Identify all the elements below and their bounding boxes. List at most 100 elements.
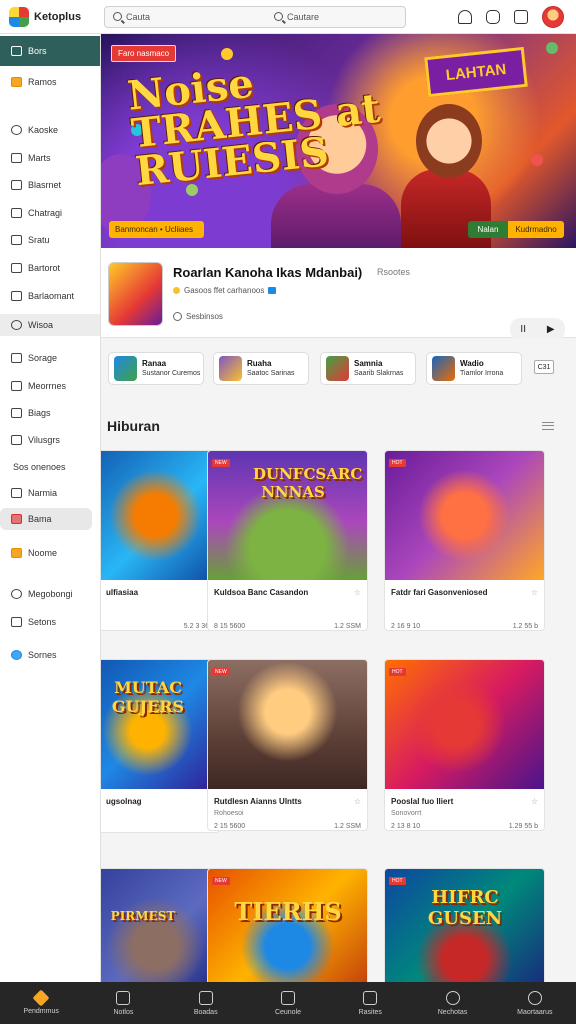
sidebar-item-label: Ramos bbox=[28, 77, 57, 87]
game-card[interactable]: PIRMEST bbox=[101, 868, 220, 982]
game-card-title: ugsolnag bbox=[106, 797, 142, 806]
game-card[interactable]: NEW Rutdlesn Aianns Ulntts Rohoesoi 2 15… bbox=[207, 659, 368, 831]
hero-banner[interactable]: Faro nasmaco Noise TRAHES at RUIESIS LAH… bbox=[101, 34, 576, 248]
sidebar-item-noome[interactable]: Noome bbox=[0, 542, 100, 564]
game-card-title: Fatdr fari Gasonveniosed bbox=[391, 588, 488, 597]
hero-left-button[interactable]: Banmoncan • Ucliiaes bbox=[109, 221, 204, 238]
chip-title: Ruaha bbox=[247, 358, 272, 368]
sidebar-item-sratu[interactable]: Sratu bbox=[0, 229, 100, 251]
search-icon bbox=[274, 12, 283, 21]
sidebar-item-label: Sos onenoes bbox=[13, 462, 66, 472]
nav-label: Rasites bbox=[358, 1008, 382, 1016]
game-card[interactable]: ulfiasiaa 5.2 3 361 ☆ bbox=[101, 450, 220, 631]
sidebar-item-bama[interactable]: Bama bbox=[0, 508, 92, 530]
game-tag: HOT bbox=[389, 877, 406, 885]
app-thumbnail[interactable] bbox=[108, 262, 163, 326]
sidebar-item-kaoske[interactable]: Kaoske bbox=[0, 119, 100, 141]
game-card-right-meta: 1.2 SSM bbox=[334, 823, 361, 830]
sidebar-item-megobongi[interactable]: Megobongi bbox=[0, 583, 100, 605]
game-card-image: HOT HIFRC GUSEN bbox=[385, 869, 544, 982]
star-icon[interactable]: ☆ bbox=[354, 797, 361, 806]
top-actions bbox=[458, 5, 576, 28]
app-title[interactable]: Roarlan Kanoha Ikas Mdanbai) bbox=[173, 265, 362, 280]
sidebar-item-chatragi[interactable]: Chatragi bbox=[0, 202, 100, 224]
sidebar-item-narmia[interactable]: Narmia bbox=[0, 482, 100, 504]
game-card-subtitle bbox=[101, 601, 213, 610]
play-icon[interactable]: ▶ bbox=[547, 324, 555, 335]
hero-button-b[interactable]: Kudrmadno bbox=[508, 221, 564, 238]
sidebar-item-sos-onenoes[interactable]: Sos onenoes bbox=[0, 456, 100, 478]
sidebar-item-sornes[interactable]: Sornes bbox=[0, 644, 100, 666]
coin-icon bbox=[173, 287, 180, 294]
game-card-left-meta: 2 15 5600 bbox=[214, 823, 246, 830]
sidebar-item-biags[interactable]: Biags bbox=[0, 402, 100, 424]
more-chips-button[interactable]: C31 bbox=[534, 360, 554, 374]
sidebar-item-vilusgrs[interactable]: Vilusgrs bbox=[0, 429, 100, 451]
chip-text: Ranaa Sustanor Curemos bbox=[142, 359, 200, 379]
game-card[interactable]: NEW TIERHS bbox=[207, 868, 368, 982]
nav-item-pendmmus[interactable]: Pendmmus bbox=[0, 982, 82, 1024]
sidebar-item-ramos[interactable]: Ramos bbox=[0, 71, 100, 93]
game-card[interactable]: NEW DUNFCSARC NNNAS Kuldsoa Banc Casando… bbox=[207, 450, 368, 631]
app-name: Ketoplus bbox=[34, 10, 82, 23]
nav-item-boadas[interactable]: Boadas bbox=[165, 982, 247, 1024]
puzzle-icon bbox=[32, 989, 50, 1006]
nav-item-notlos[interactable]: Notlos bbox=[82, 982, 164, 1024]
star-icon[interactable]: ☆ bbox=[531, 588, 538, 597]
game-card[interactable]: MUTAC GUJERS ugsolnag bbox=[101, 659, 220, 833]
app-logo[interactable]: Ketoplus bbox=[0, 6, 100, 27]
chip-item[interactable]: Wadio Tiamlor Irrona bbox=[426, 352, 522, 385]
sidebar-item-blasrnet[interactable]: Blasrnet bbox=[0, 174, 100, 196]
nav-item-nechotas[interactable]: Nechotas bbox=[411, 982, 493, 1024]
game-card[interactable]: HOT HIFRC GUSEN bbox=[384, 868, 545, 982]
sidebar-item-label: Chatragi bbox=[28, 208, 63, 218]
media-controls[interactable]: II ▶ bbox=[510, 318, 565, 340]
featured-app-card[interactable]: Roarlan Kanoha Ikas Mdanbai) Rsootes Gas… bbox=[101, 248, 576, 340]
hero-button-a[interactable]: Nalan bbox=[468, 221, 508, 238]
sidebar-item-label: Barlaomant bbox=[28, 291, 75, 301]
checkbox-icon[interactable] bbox=[514, 9, 528, 24]
gamepad-icon[interactable] bbox=[486, 9, 500, 24]
nav-label: Boadas bbox=[193, 1008, 218, 1016]
game-tag: HOT bbox=[389, 459, 406, 467]
bell-icon[interactable] bbox=[458, 9, 472, 24]
nav-item-rasites[interactable]: Rasites bbox=[329, 982, 411, 1024]
pause-icon[interactable]: II bbox=[520, 324, 526, 335]
chip-item[interactable]: Samnia Saarib Slakrnas bbox=[320, 352, 416, 385]
avatar[interactable] bbox=[542, 5, 564, 28]
sidebar-item-wisoa[interactable]: Wisoa bbox=[0, 314, 100, 336]
sidebar-item-marts[interactable]: Marts bbox=[0, 147, 100, 169]
nav-item-ceunole[interactable]: Ceunole bbox=[247, 982, 329, 1024]
game-card-art-title: TIERHS bbox=[234, 897, 342, 926]
game-card[interactable]: HOT Pooslal fuo lliert Sonovorrt 2 13 8 … bbox=[384, 659, 545, 831]
search-placeholder-right: Cautare bbox=[287, 11, 320, 22]
chip-subtitle: Tiamlor Irrona bbox=[460, 369, 504, 377]
game-card-title: Pooslal fuo lliert bbox=[391, 797, 454, 806]
search-bar[interactable]: Cauta Cautare bbox=[104, 5, 406, 28]
menu-icon[interactable] bbox=[542, 422, 554, 430]
nav-item-maortaarus[interactable]: Maortaarus bbox=[494, 982, 576, 1024]
sidebar-item-meorrnes[interactable]: Meorrnes bbox=[0, 375, 100, 397]
sidebar-item-home[interactable]: Bors bbox=[0, 36, 100, 66]
hero-badge: Faro nasmaco bbox=[111, 45, 177, 62]
sidebar-item-label: Bama bbox=[28, 514, 52, 524]
search-secondary[interactable]: Cautare bbox=[266, 12, 319, 22]
chip-item[interactable]: Ruaha Saatoc Sarinas bbox=[213, 352, 309, 385]
grid-icon bbox=[11, 235, 22, 245]
chip-thumbnail bbox=[326, 356, 349, 381]
sidebar-item-setons[interactable]: Setons bbox=[0, 611, 100, 633]
search-icon bbox=[445, 990, 460, 1005]
star-icon[interactable]: ☆ bbox=[531, 797, 538, 806]
game-card[interactable]: HOT Fatdr fari Gasonveniosed 2 16 9 10 1.… bbox=[384, 450, 545, 631]
chip-item[interactable]: Ranaa Sustanor Curemos bbox=[108, 352, 204, 385]
sidebar-item-barlaomant[interactable]: Barlaomant bbox=[0, 285, 100, 307]
sidebar-item-label: Blasrnet bbox=[28, 180, 62, 190]
star-icon[interactable]: ☆ bbox=[354, 588, 361, 597]
game-card-footer: 2 13 8 10 1.29 55 b bbox=[391, 823, 538, 830]
sidebar-item-sorage[interactable]: Sorage bbox=[0, 347, 100, 369]
game-card-subtitle bbox=[214, 601, 361, 610]
game-card-image: HOT bbox=[385, 451, 544, 580]
game-tag: HOT bbox=[389, 668, 406, 676]
sidebar-item-bartorot[interactable]: Bartorot bbox=[0, 257, 100, 279]
game-card-subtitle bbox=[101, 810, 213, 819]
